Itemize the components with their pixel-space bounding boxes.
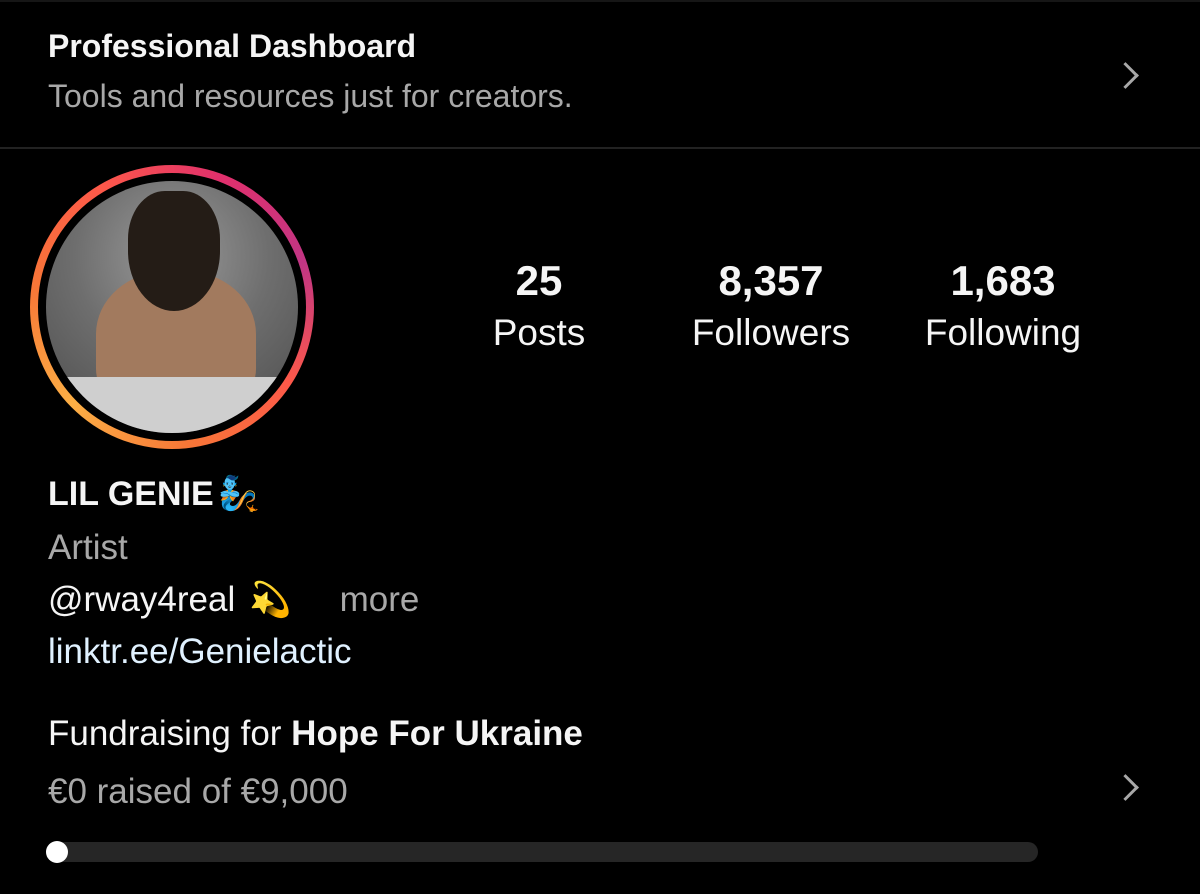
profile-link[interactable]: linktr.ee/Genielactic	[48, 632, 351, 672]
avatar-story-ring[interactable]	[30, 165, 314, 449]
fundraiser-cause: Hope For Ukraine	[291, 714, 583, 753]
dashboard-title: Professional Dashboard	[48, 28, 417, 64]
bio-more-link[interactable]: more	[340, 580, 420, 620]
genie-emoji-icon: 🧞	[217, 475, 260, 513]
professional-dashboard-row[interactable]: Professional Dashboard Tools and resourc…	[0, 2, 1200, 147]
dashboard-subtitle: Tools and resources just for creators.	[48, 78, 573, 114]
stat-followers[interactable]: 8,357 Followers	[675, 258, 867, 356]
following-label: Following	[924, 312, 1082, 353]
profile-name: LIL GENIE 🧞	[48, 474, 260, 514]
posts-label: Posts	[492, 312, 586, 353]
chevron-right-icon	[1112, 62, 1139, 89]
profile-bio: @rway4real 💫 more	[48, 580, 419, 620]
posts-count: 25	[515, 257, 563, 304]
bio-handle[interactable]: @rway4real	[48, 580, 235, 620]
fundraiser-raised: €0 raised of €9,000	[48, 772, 348, 811]
fundraiser-progress-knob	[46, 841, 68, 863]
fundraiser-prefix: Fundraising for	[48, 714, 292, 753]
avatar-hair-shape	[128, 191, 220, 311]
followers-count: 8,357	[718, 257, 824, 304]
section-divider	[0, 147, 1200, 149]
avatar	[46, 181, 298, 433]
fundraiser-progress-bar	[46, 841, 1038, 863]
profile-name-text: LIL GENIE	[48, 474, 214, 513]
chevron-right-icon	[1112, 774, 1139, 801]
dizzy-star-emoji-icon: 💫	[249, 581, 292, 619]
avatar-sheet-shape	[46, 377, 298, 433]
stat-posts[interactable]: 25 Posts	[478, 258, 600, 356]
fundraiser-row[interactable]: Fundraising for Hope For Ukraine €0 rais…	[0, 700, 1200, 894]
followers-label: Followers	[691, 312, 851, 353]
fundraiser-title: Fundraising for Hope For Ukraine	[48, 714, 583, 754]
profile-category: Artist	[48, 528, 128, 567]
following-count: 1,683	[950, 257, 1056, 304]
stat-following[interactable]: 1,683 Following	[905, 258, 1101, 356]
